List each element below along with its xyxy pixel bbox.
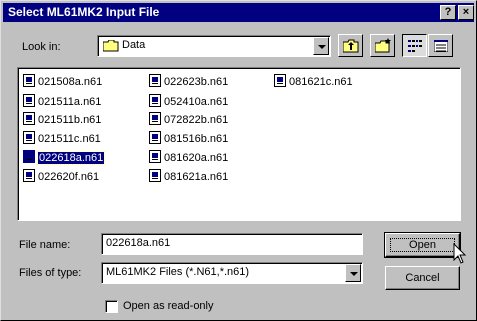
window-title: Select ML61MK2 Input File [8, 5, 160, 19]
up-one-level-button[interactable] [338, 34, 363, 57]
details-view-button[interactable] [428, 34, 453, 57]
file-icon [23, 131, 35, 144]
file-item[interactable]: 081620a.n61 [149, 150, 228, 166]
look-in-label: Look in: [22, 41, 61, 53]
open-button[interactable]: Open [384, 232, 461, 258]
file-icon [23, 94, 35, 107]
file-type-value: ML61MK2 Files (*.N61,*.n61) [106, 266, 250, 278]
file-item-selected[interactable]: 022618a.n61 [23, 150, 106, 166]
file-icon [23, 169, 35, 182]
new-folder-button[interactable] [370, 34, 395, 57]
file-type-label: Files of type: [19, 267, 82, 279]
file-item[interactable]: 081621a.n61 [149, 169, 228, 185]
file-icon [149, 74, 161, 87]
file-name-value: 022618a.n61 [106, 237, 171, 249]
up-folder-icon [342, 39, 359, 56]
cancel-button[interactable]: Cancel [385, 266, 460, 290]
file-icon [274, 74, 286, 87]
file-icon [149, 112, 161, 125]
look-in-value: Data [122, 39, 146, 51]
file-name-label: File name: [19, 239, 71, 251]
file-item[interactable]: 072822b.n61 [149, 112, 228, 128]
file-type-dropdown[interactable]: ML61MK2 Files (*.N61,*.n61) [101, 262, 363, 284]
file-item[interactable]: 081621c.n61 [274, 74, 353, 90]
file-name-input[interactable]: 022618a.n61 [101, 233, 363, 255]
list-view-icon [408, 40, 422, 55]
close-button[interactable]: × [458, 5, 474, 20]
file-item[interactable]: 021511b.n61 [23, 112, 101, 128]
file-icon [149, 94, 161, 107]
new-folder-icon [374, 38, 392, 56]
close-icon: × [462, 6, 470, 18]
details-view-icon [433, 39, 449, 55]
file-item[interactable]: 052410a.n61 [149, 94, 228, 110]
help-icon: ? [444, 6, 452, 18]
file-item[interactable]: 081516b.n61 [149, 131, 228, 147]
help-button[interactable]: ? [440, 5, 456, 20]
file-item[interactable]: 021511c.n61 [23, 131, 101, 147]
file-item[interactable]: 022623b.n61 [149, 74, 228, 90]
file-item[interactable]: 022620f.n61 [23, 169, 99, 185]
look-in-dropdown[interactable]: Data [97, 35, 331, 57]
file-icon [23, 150, 35, 163]
title-bar: Select ML61MK2 Input File ? × [3, 3, 474, 22]
mouse-cursor-icon [453, 242, 467, 268]
file-dialog: Select ML61MK2 Input File ? × Look in: D… [0, 0, 477, 321]
chevron-down-icon[interactable] [345, 264, 361, 282]
read-only-checkbox[interactable] [105, 300, 118, 313]
file-icon [149, 131, 161, 144]
file-list[interactable]: 021508a.n61 021511a.n61 021511b.n61 0215… [17, 67, 461, 221]
chevron-down-icon[interactable] [313, 37, 329, 55]
file-icon [23, 112, 35, 125]
file-icon [149, 150, 161, 163]
file-icon [149, 169, 161, 182]
read-only-label[interactable]: Open as read-only [123, 300, 214, 312]
file-item[interactable]: 021511a.n61 [23, 94, 101, 110]
list-view-button[interactable] [402, 34, 427, 57]
folder-icon [102, 39, 119, 52]
file-icon [23, 74, 35, 87]
file-item[interactable]: 021508a.n61 [23, 74, 102, 90]
